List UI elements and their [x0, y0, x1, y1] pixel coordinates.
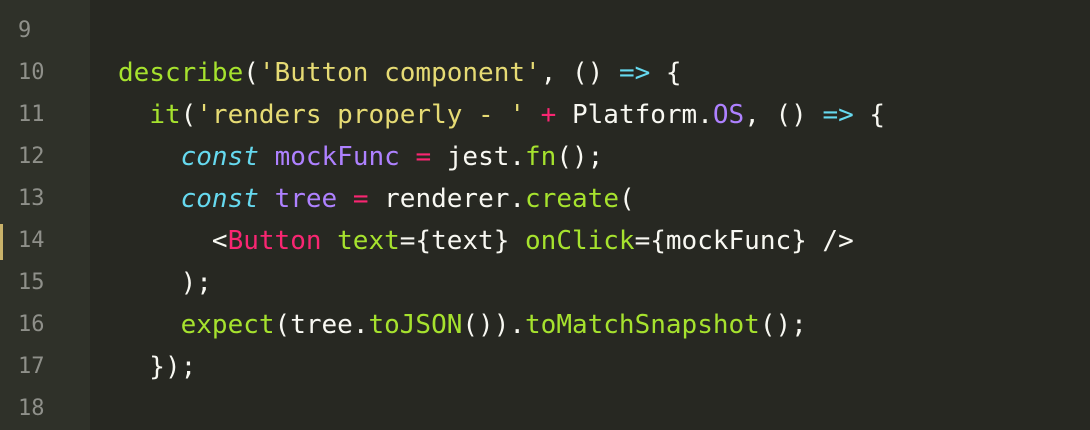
- line-number: 16: [18, 312, 45, 337]
- code-line[interactable]: <Button text={text} onClick={mockFunc} /…: [118, 220, 854, 262]
- modified-line-marker: [0, 224, 3, 260]
- code-token: create: [525, 184, 619, 214]
- code-token: Platform.: [556, 100, 713, 130]
- code-line[interactable]: );: [118, 262, 212, 304]
- code-token: jest.: [431, 142, 526, 172]
- code-line[interactable]: const tree = renderer.create(: [118, 178, 635, 220]
- line-number: 17: [18, 354, 45, 379]
- code-line[interactable]: it('renders properly - ' + Platform.OS, …: [118, 94, 885, 136]
- code-token: });: [118, 352, 197, 382]
- line-number: 18: [18, 396, 45, 421]
- code-token: (: [618, 184, 635, 214]
- code-token: const: [180, 142, 259, 172]
- code-token: OS: [712, 100, 745, 130]
- code-token: {: [853, 100, 886, 130]
- code-token: , (): [744, 100, 823, 130]
- code-token: tree: [274, 184, 338, 214]
- code-token: toMatchSnapshot: [525, 310, 760, 340]
- code-token: 'renders properly - ': [196, 100, 526, 130]
- code-token: +: [540, 100, 557, 130]
- code-token: const: [180, 184, 259, 214]
- line-number: 9: [18, 18, 32, 43]
- code-line[interactable]: const mockFunc = jest.fn();: [118, 136, 604, 178]
- code-token: =: [415, 142, 432, 172]
- code-token: ={text}: [399, 226, 526, 256]
- code-line[interactable]: });: [118, 346, 196, 388]
- code-fragment-top: ': [663, 0, 679, 14]
- line-number: 15: [18, 270, 45, 295]
- code-token: ();: [556, 142, 604, 172]
- code-token: (: [180, 100, 197, 130]
- code-token: ()).: [462, 310, 526, 340]
- code-token: expect: [180, 310, 275, 340]
- code-editor[interactable]: 9101112131415161718 ' describe('Button c…: [0, 0, 1090, 430]
- code-token: onClick: [525, 226, 635, 256]
- code-token: {: [650, 58, 682, 88]
- code-token: mockFunc: [274, 142, 400, 172]
- code-token: renderer.: [368, 184, 526, 214]
- code-token: ();: [759, 310, 807, 340]
- code-token: toJSON: [368, 310, 463, 340]
- code-token: (: [243, 58, 259, 88]
- code-token: fn: [525, 142, 557, 172]
- code-token: =>: [618, 58, 651, 88]
- code-line[interactable]: describe('Button component', () => {: [118, 52, 682, 94]
- code-token: text: [337, 226, 400, 256]
- line-number: 11: [18, 102, 45, 127]
- code-token: ={mockFunc} />: [634, 226, 854, 256]
- line-number: 13: [18, 186, 45, 211]
- code-token: );: [118, 268, 212, 298]
- code-token: it: [149, 100, 181, 130]
- code-token: 'Button component': [258, 58, 541, 88]
- code-token: , (): [540, 58, 619, 88]
- line-number: 14: [18, 228, 45, 253]
- code-token: Button: [227, 226, 322, 256]
- code-token: (tree.: [274, 310, 369, 340]
- line-number: 12: [18, 144, 45, 169]
- code-token: <: [118, 226, 228, 256]
- code-token: =>: [822, 100, 854, 130]
- line-number: 10: [18, 60, 45, 85]
- code-token: =: [352, 184, 369, 214]
- code-token: describe: [118, 58, 244, 88]
- line-number-gutter: 9 10 11 12 13 14 15 16 17 18: [0, 0, 90, 430]
- code-line[interactable]: expect(tree.toJSON()).toMatchSnapshot();: [118, 304, 807, 346]
